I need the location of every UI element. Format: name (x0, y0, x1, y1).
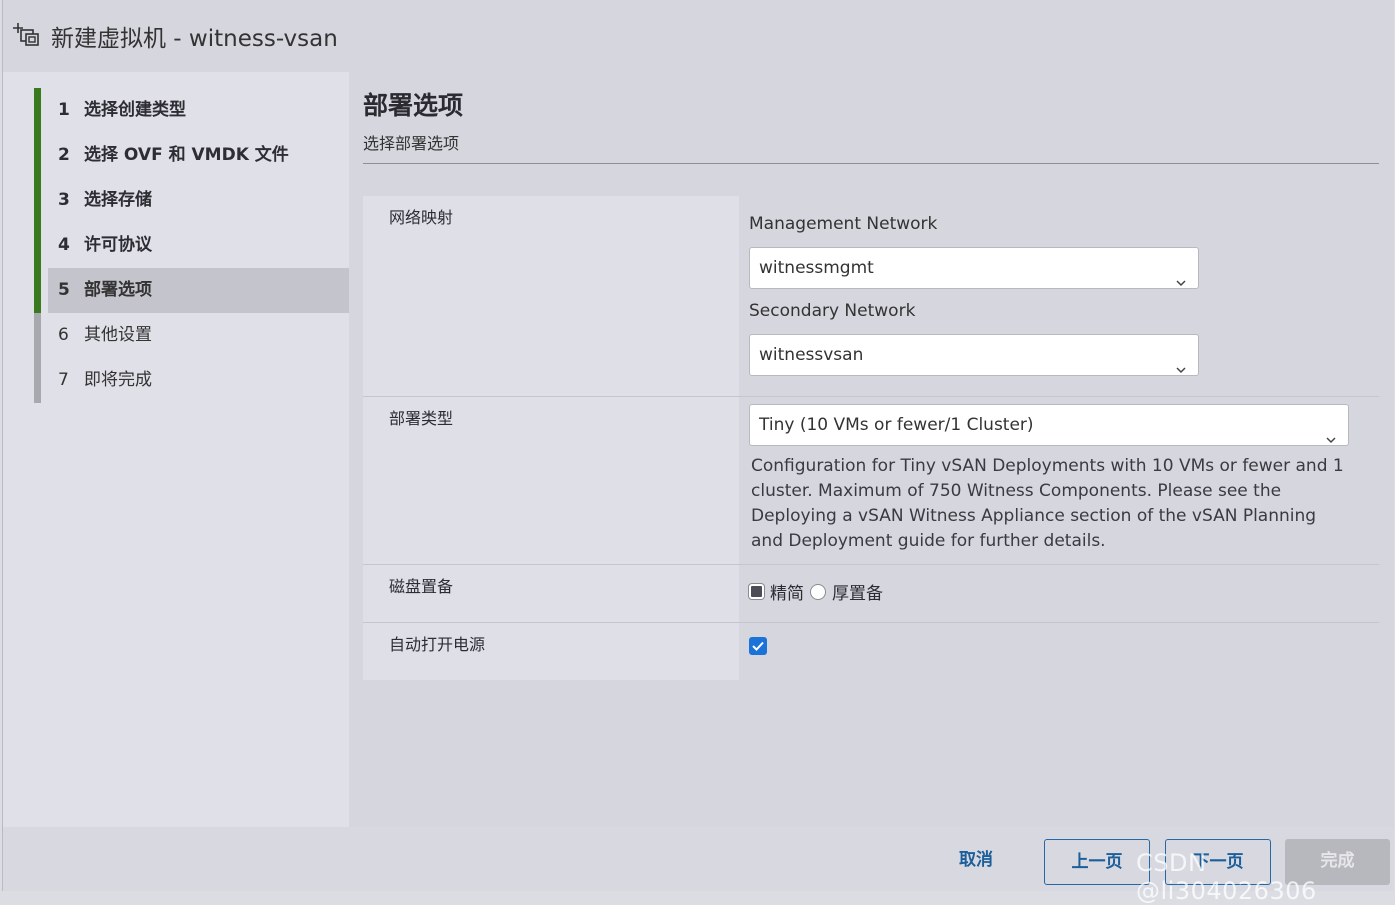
deployment-options-form: 网络映射 Management Network witnessmgmt Seco… (363, 196, 1379, 680)
thin-provision-radio[interactable] (749, 584, 764, 599)
step-number: 4 (58, 235, 70, 255)
power-on-value (739, 623, 1379, 680)
power-on-checkbox[interactable] (749, 637, 767, 655)
dialog-titlebar: 新建虚拟机 - witness-vsan (3, 0, 1394, 72)
wizard-step-4[interactable]: 4 许可协议 (34, 223, 349, 268)
thick-provision-label[interactable]: 厚置备 (832, 579, 883, 604)
deployment-type-row: 部署类型 Tiny (10 VMs or fewer/1 Cluster) Co… (363, 397, 1379, 565)
deployment-type-description: Configuration for Tiny vSAN Deployments … (751, 456, 1344, 551)
new-vm-icon (9, 20, 43, 48)
step-label: 选择存储 (84, 190, 152, 210)
disk-provisioning-value: 精简 厚置备 (739, 565, 1379, 622)
management-network-value: witnessmgmt (759, 258, 874, 278)
network-mapping-row: 网络映射 Management Network witnessmgmt Seco… (363, 196, 1379, 397)
disk-provisioning-row: 磁盘置备 精简 厚置备 (363, 565, 1379, 623)
thick-provision-radio[interactable] (810, 583, 826, 600)
step-label: 选择 OVF 和 VMDK 文件 (84, 145, 289, 165)
wizard-step-7: 7 即将完成 (34, 358, 349, 403)
wizard-steps-panel: 1 选择创建类型 2 选择 OVF 和 VMDK 文件 3 选择存储 4 许可协议 5部… (3, 72, 349, 827)
network-mapping-value: Management Network witnessmgmt Secondary… (739, 196, 1379, 396)
deployment-type-selected: Tiny (10 VMs or fewer/1 Cluster) (759, 415, 1034, 435)
step-label: 即将完成 (84, 370, 152, 390)
thin-provision-label[interactable]: 精简 (770, 579, 804, 604)
deployment-type-select[interactable]: Tiny (10 VMs or fewer/1 Cluster) (749, 404, 1349, 446)
page-subtitle: 选择部署选项 (363, 134, 460, 153)
step-label: 部署选项 (84, 280, 152, 300)
step-label: 其他设置 (84, 325, 152, 345)
step-progress-bar (34, 223, 41, 268)
disk-provisioning-label: 磁盘置备 (363, 565, 739, 622)
secondary-network-value: witnessvsan (759, 345, 864, 365)
chevron-down-icon (1176, 350, 1186, 374)
wizard-step-2[interactable]: 2 选择 OVF 和 VMDK 文件 (34, 133, 349, 178)
step-label: 许可协议 (84, 235, 152, 255)
step-number: 7 (58, 370, 69, 390)
step-progress-bar (34, 313, 41, 358)
management-network-select[interactable]: witnessmgmt (749, 247, 1199, 289)
wizard-step-3[interactable]: 3 选择存储 (34, 178, 349, 223)
step-progress-bar (34, 268, 41, 313)
power-on-row: 自动打开电源 (363, 623, 1379, 680)
step-number: 3 (58, 190, 70, 210)
step-progress-bar (34, 133, 41, 178)
back-button[interactable]: 上一页 (1044, 839, 1150, 885)
step-number: 5 (58, 280, 70, 300)
step-progress-bar (34, 178, 41, 223)
step-number: 6 (58, 325, 69, 345)
chevron-down-icon (1326, 420, 1336, 444)
management-network-label: Management Network (749, 214, 938, 234)
watermark: CSDN @li304026306 (1136, 849, 1317, 905)
secondary-network-label: Secondary Network (749, 301, 916, 321)
step-progress-bar (34, 88, 41, 133)
wizard-step-list: 1 选择创建类型 2 选择 OVF 和 VMDK 文件 3 选择存储 4 许可协议 5部… (34, 88, 349, 403)
deployment-type-value: Tiny (10 VMs or fewer/1 Cluster) Configu… (739, 397, 1379, 564)
header-divider (363, 163, 1379, 164)
step-progress-bar (34, 358, 41, 403)
step-label: 选择创建类型 (84, 100, 186, 120)
power-on-label: 自动打开电源 (363, 623, 739, 680)
secondary-network-select[interactable]: witnessvsan (749, 334, 1199, 376)
wizard-step-6: 6 其他设置 (34, 313, 349, 358)
checkmark-icon (752, 641, 764, 651)
wizard-step-1[interactable]: 1 选择创建类型 (34, 88, 349, 133)
disk-provisioning-radio-group: 精简 厚置备 (749, 579, 889, 604)
cancel-button[interactable]: 取消 (943, 838, 1009, 884)
page-title: 部署选项 (363, 91, 464, 120)
step-number: 1 (58, 100, 70, 120)
wizard-step-5[interactable]: 5 部署选项 (34, 268, 349, 313)
deployment-type-label: 部署类型 (363, 397, 739, 564)
network-mapping-label: 网络映射 (363, 196, 739, 396)
chevron-down-icon (1176, 263, 1186, 287)
dialog-title: 新建虚拟机 - witness-vsan (51, 26, 338, 52)
new-vm-dialog: 新建虚拟机 - witness-vsan 1 选择创建类型 2 选择 OVF 和 V… (2, 0, 1394, 891)
step-number: 2 (58, 145, 70, 165)
